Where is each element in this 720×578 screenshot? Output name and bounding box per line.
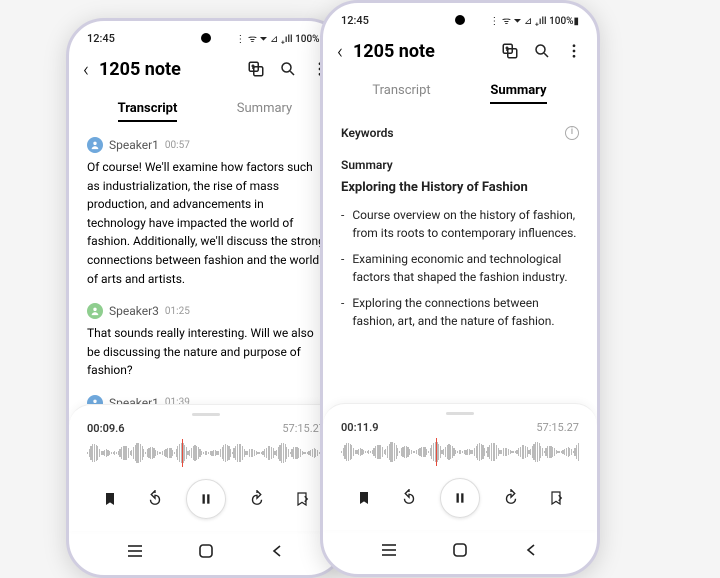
status-time: 12:45 (87, 32, 115, 45)
translate-icon[interactable] (247, 60, 265, 78)
recents-button[interactable] (125, 541, 145, 561)
pause-button[interactable] (440, 478, 480, 518)
audio-player: 00:09.6 57:15.27 (69, 404, 343, 531)
transcript-content: Speaker1 00:57 Of course! We'll examine … (69, 124, 343, 404)
tab-bar: Transcript Summary (69, 89, 343, 124)
translate-icon[interactable] (501, 42, 519, 60)
transcript-entry: Speaker1 00:57 Of course! We'll examine … (87, 136, 325, 288)
skip-bookmark-button[interactable] (542, 484, 570, 512)
rewind-button[interactable] (395, 484, 423, 512)
drag-handle[interactable] (446, 412, 474, 415)
playhead[interactable] (436, 438, 437, 466)
entry-timestamp: 01:39 (165, 395, 190, 404)
info-icon[interactable]: i (565, 126, 579, 140)
keywords-label: Keywords (341, 124, 394, 142)
entry-timestamp: 00:57 (165, 138, 190, 153)
back-nav-button[interactable] (521, 540, 541, 560)
system-navbar (323, 530, 597, 574)
waveform[interactable] (87, 441, 325, 465)
summary-content: Keywords i Summary Exploring the History… (323, 106, 597, 403)
summary-section-label: Summary (341, 156, 579, 174)
bookmark-button[interactable] (350, 484, 378, 512)
back-nav-button[interactable] (267, 541, 287, 561)
drag-handle[interactable] (192, 413, 220, 416)
more-icon[interactable] (565, 42, 583, 60)
entry-text: That sounds really interesting. Will we … (87, 324, 325, 380)
duration-time: 57:15.27 (282, 422, 325, 435)
app-header: ‹ 1205 note (323, 31, 597, 71)
speaker-name: Speaker3 (109, 302, 159, 320)
forward-button[interactable] (243, 485, 271, 513)
camera-notch (455, 15, 465, 25)
status-indicators: ⋮ ᯤ ⏷ ⊿ ₊ıll 100%▮ (489, 13, 579, 27)
audio-player: 00:11.9 57:15.27 (323, 403, 597, 530)
tab-transcript[interactable]: Transcript (89, 93, 206, 124)
pause-button[interactable] (186, 479, 226, 519)
playhead[interactable] (182, 439, 183, 467)
home-button[interactable] (450, 540, 470, 560)
page-title: 1205 note (353, 41, 491, 62)
bookmark-button[interactable] (96, 485, 124, 513)
entry-timestamp: 01:25 (165, 304, 190, 319)
tab-summary[interactable]: Summary (206, 93, 323, 124)
waveform[interactable] (341, 440, 579, 464)
speaker-name: Speaker1 (109, 394, 159, 404)
summary-title: Exploring the History of Fashion (341, 178, 579, 198)
tab-transcript[interactable]: Transcript (343, 75, 460, 106)
recents-button[interactable] (379, 540, 399, 560)
tab-bar: Transcript Summary (323, 71, 597, 106)
current-time: 00:09.6 (87, 422, 125, 435)
phone-summary-view: 12:45 ⋮ ᯤ ⏷ ⊿ ₊ıll 100%▮ ‹ 1205 note Tra… (320, 0, 600, 577)
status-time: 12:45 (341, 14, 369, 27)
speaker-avatar-icon (87, 137, 103, 153)
search-icon[interactable] (533, 42, 551, 60)
back-button[interactable]: ‹ (83, 57, 89, 81)
transcript-entry: Speaker1 01:39 Absolutely! The nature of… (87, 394, 325, 404)
forward-button[interactable] (497, 484, 525, 512)
duration-time: 57:15.27 (536, 421, 579, 434)
summary-bullet: Examining economic and technological fac… (341, 250, 579, 286)
system-navbar (69, 531, 343, 575)
entry-text: Of course! We'll examine how factors suc… (87, 158, 325, 288)
search-icon[interactable] (279, 60, 297, 78)
summary-bullet: Exploring the connections between fashio… (341, 294, 579, 330)
app-header: ‹ 1205 note (69, 49, 343, 89)
home-button[interactable] (196, 541, 216, 561)
camera-notch (201, 33, 211, 43)
current-time: 00:11.9 (341, 421, 379, 434)
skip-bookmark-button[interactable] (288, 485, 316, 513)
back-button[interactable]: ‹ (337, 39, 343, 63)
speaker-avatar-icon (87, 395, 103, 404)
phone-transcript-view: 12:45 ⋮ ᯤ ⏷ ⊿ ₊ıll 100%▮ ‹ 1205 note Tra… (66, 18, 346, 578)
speaker-name: Speaker1 (109, 136, 159, 154)
summary-bullet: Course overview on the history of fashio… (341, 206, 579, 242)
speaker-avatar-icon (87, 303, 103, 319)
status-indicators: ⋮ ᯤ ⏷ ⊿ ₊ıll 100%▮ (235, 31, 325, 45)
transcript-entry: Speaker3 01:25 That sounds really intere… (87, 302, 325, 380)
page-title: 1205 note (99, 59, 237, 80)
rewind-button[interactable] (141, 485, 169, 513)
tab-summary[interactable]: Summary (460, 75, 577, 106)
